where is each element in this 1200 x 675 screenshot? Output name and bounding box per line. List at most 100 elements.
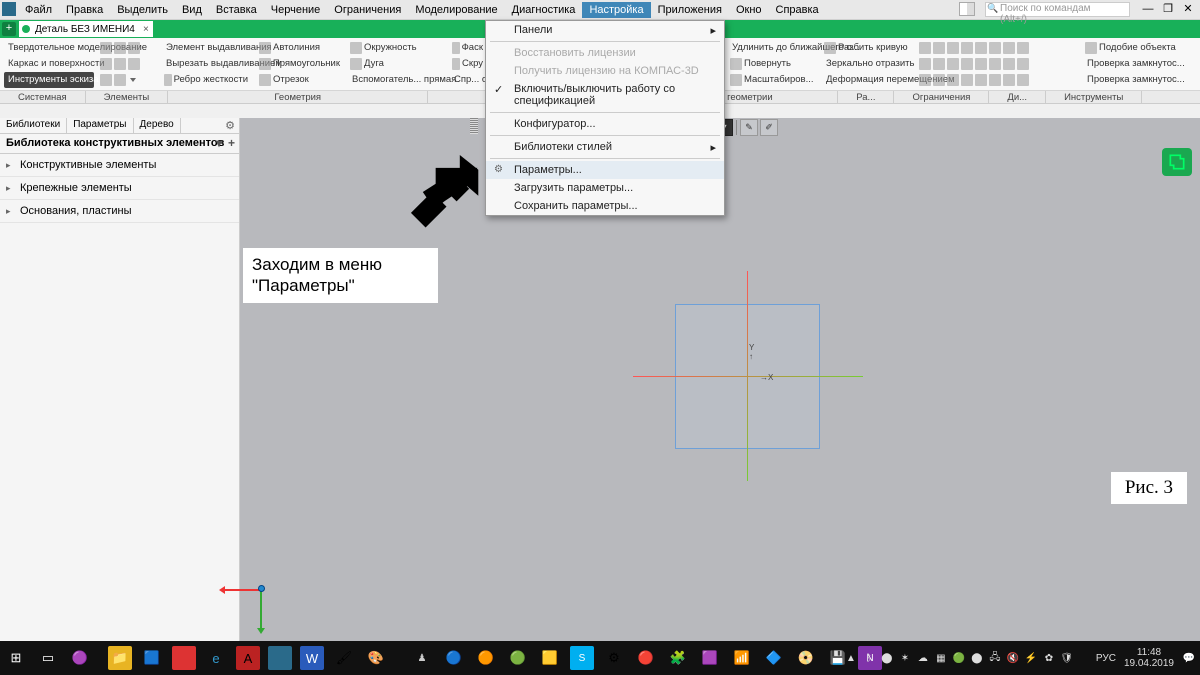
bluetooth-icon[interactable]: ᛒ: [862, 651, 876, 665]
lp-item-fasteners[interactable]: Крепежные элементы: [0, 177, 239, 200]
ribbon-sketch-tools[interactable]: Инструменты эскиза: [4, 72, 94, 88]
taskbar-app-icon[interactable]: 🔴: [634, 646, 658, 670]
ribbon-cut-extrude[interactable]: Вырезать выдавливанием: [162, 56, 250, 72]
language-indicator[interactable]: РУС: [1096, 653, 1116, 664]
lp-tab-libraries[interactable]: Библиотеки: [0, 118, 67, 133]
explorer-icon[interactable]: 📁: [108, 646, 132, 670]
dd-load-params[interactable]: Загрузить параметры...: [486, 179, 724, 197]
tray-icon[interactable]: 🟢: [952, 651, 966, 665]
ribbon-scale[interactable]: Масштабиров...: [728, 72, 816, 88]
document-tab[interactable]: Деталь БЕЗ ИМЕНИ4 ×: [18, 20, 154, 38]
kompas-icon[interactable]: [268, 646, 292, 670]
menu-view[interactable]: Вид: [175, 2, 209, 18]
taskbar-app-icon[interactable]: ⚙: [602, 646, 626, 670]
edge-icon[interactable]: e: [204, 646, 228, 670]
panel-handle-icon[interactable]: [470, 118, 478, 134]
taskbar-app-icon[interactable]: 🟪: [698, 646, 722, 670]
window-close-button[interactable]: ✕: [1178, 1, 1198, 17]
ribbon-group[interactable]: Инструменты: [1046, 91, 1142, 103]
ribbon-group[interactable]: Ограничения: [894, 91, 989, 103]
tool-btn[interactable]: ✐: [760, 119, 778, 136]
start-button[interactable]: ⊞: [4, 646, 28, 670]
window-minimize-button[interactable]: —: [1138, 1, 1158, 17]
menu-diagnostics[interactable]: Диагностика: [505, 2, 583, 18]
ribbon-small-btn[interactable]: [98, 40, 158, 56]
lp-tab-tree[interactable]: Дерево: [134, 118, 181, 133]
tray-icon[interactable]: 🛡: [1060, 651, 1074, 665]
tray-icon[interactable]: ✿: [1042, 651, 1056, 665]
taskbar-app-icon[interactable]: 🔷: [762, 646, 786, 670]
ribbon-icons-row[interactable]: [917, 40, 1077, 56]
menu-edit[interactable]: Правка: [59, 2, 110, 18]
taskbar-app-icon[interactable]: 🟢: [506, 646, 530, 670]
skype-icon[interactable]: S: [570, 646, 594, 670]
taskbar-app-icon[interactable]: 📀: [794, 646, 818, 670]
menu-insert[interactable]: Вставка: [209, 2, 264, 18]
ribbon-solid-modeling[interactable]: Твердотельное моделирование: [4, 40, 94, 56]
taskbar-app-icon[interactable]: 🟨: [538, 646, 562, 670]
tray-icon[interactable]: ▲: [844, 651, 858, 665]
taskbar-app-icon[interactable]: ♟: [410, 646, 434, 670]
ribbon-group[interactable]: Элементы: [86, 91, 169, 103]
ribbon-group[interactable]: Ди...: [989, 91, 1046, 103]
tray-icon[interactable]: ☁: [916, 651, 930, 665]
taskbar-app-icon[interactable]: 🔵: [442, 646, 466, 670]
lp-settings-icon[interactable]: ⚙: [225, 119, 235, 132]
taskbar-app-icon[interactable]: 📶: [730, 646, 754, 670]
dd-toggle-spec[interactable]: Включить/выключить работу со спецификаци…: [486, 80, 724, 110]
dd-configurator[interactable]: Конфигуратор...: [486, 115, 724, 133]
ribbon-circle[interactable]: Окружность: [348, 40, 443, 56]
ribbon-rectangle[interactable]: Прямоугольник: [257, 56, 342, 72]
menu-window[interactable]: Окно: [729, 2, 769, 18]
menu-modeling[interactable]: Моделирование: [408, 2, 504, 18]
notifications-icon[interactable]: 💬: [1182, 651, 1196, 665]
ribbon-group[interactable]: Геометрия: [168, 91, 428, 103]
ribbon-group[interactable]: Ра...: [838, 91, 894, 103]
ribbon-extrude[interactable]: Элемент выдавливания: [162, 40, 250, 56]
lp-collapse-icon[interactable]: ▾: [216, 136, 222, 150]
lp-item-construction[interactable]: Конструктивные элементы: [0, 154, 239, 177]
ribbon-check1[interactable]: Проверка замкнутос...: [1083, 56, 1183, 72]
autocad-icon[interactable]: A: [236, 646, 260, 670]
tool-btn[interactable]: ✎: [740, 119, 758, 136]
window-layout-icon[interactable]: [959, 2, 975, 16]
tray-icon[interactable]: ✶: [898, 651, 912, 665]
ribbon-group[interactable]: Системная: [0, 91, 86, 103]
new-tab-button[interactable]: +: [2, 22, 16, 36]
ribbon-chamfer[interactable]: Фаск: [450, 40, 485, 56]
tray-icon[interactable]: ⬤: [970, 651, 984, 665]
ribbon-ref-obj[interactable]: Спр... объе: [450, 72, 485, 88]
ribbon-rotate[interactable]: Повернуть: [728, 56, 816, 72]
lp-item-bases[interactable]: Основания, пластины: [0, 200, 239, 223]
ribbon-segment[interactable]: Отрезок: [257, 72, 342, 88]
menu-help[interactable]: Справка: [769, 2, 826, 18]
ribbon-arc[interactable]: Дуга: [348, 56, 443, 72]
ribbon-small-btn[interactable]: [98, 56, 158, 72]
taskbar-app-icon[interactable]: 🟠: [474, 646, 498, 670]
ribbon-rib[interactable]: Ребро жесткости: [162, 72, 250, 88]
ribbon-mirror[interactable]: Зеркально отразить: [822, 56, 912, 72]
menu-constraints[interactable]: Ограничения: [327, 2, 408, 18]
ribbon-autoline[interactable]: Автолиния: [257, 40, 342, 56]
dd-save-params[interactable]: Сохранить параметры...: [486, 197, 724, 215]
command-search-input[interactable]: Поиск по командам (Alt+/): [985, 2, 1130, 17]
ribbon-icons-row[interactable]: [917, 72, 1077, 88]
dd-parameters[interactable]: Параметры...: [486, 161, 724, 179]
tray-icon[interactable]: ▦: [934, 651, 948, 665]
tray-icon[interactable]: ⚡: [1024, 651, 1038, 665]
ribbon-icons-row[interactable]: [917, 56, 1077, 72]
word-icon[interactable]: W: [300, 646, 324, 670]
menu-apps[interactable]: Приложения: [651, 2, 729, 18]
tab-close-button[interactable]: ×: [143, 24, 149, 35]
menu-settings[interactable]: Настройка: [582, 2, 650, 18]
ribbon-small-btn[interactable]: [98, 72, 158, 88]
tray-icon[interactable]: ⬤: [880, 651, 894, 665]
taskbar-app-icon[interactable]: 🖌: [332, 646, 356, 670]
window-maximize-button[interactable]: ❐: [1158, 1, 1178, 17]
ribbon-surface-modeling[interactable]: Каркас и поверхности: [4, 56, 94, 72]
ribbon-similar[interactable]: Подобие объекта: [1083, 40, 1183, 56]
dd-panels[interactable]: Панели: [486, 21, 724, 39]
taskbar-app-icon[interactable]: 🎨: [364, 646, 388, 670]
ribbon-aux-line[interactable]: Вспомогатель... прямая: [348, 72, 443, 88]
menu-draw[interactable]: Черчение: [264, 2, 328, 18]
